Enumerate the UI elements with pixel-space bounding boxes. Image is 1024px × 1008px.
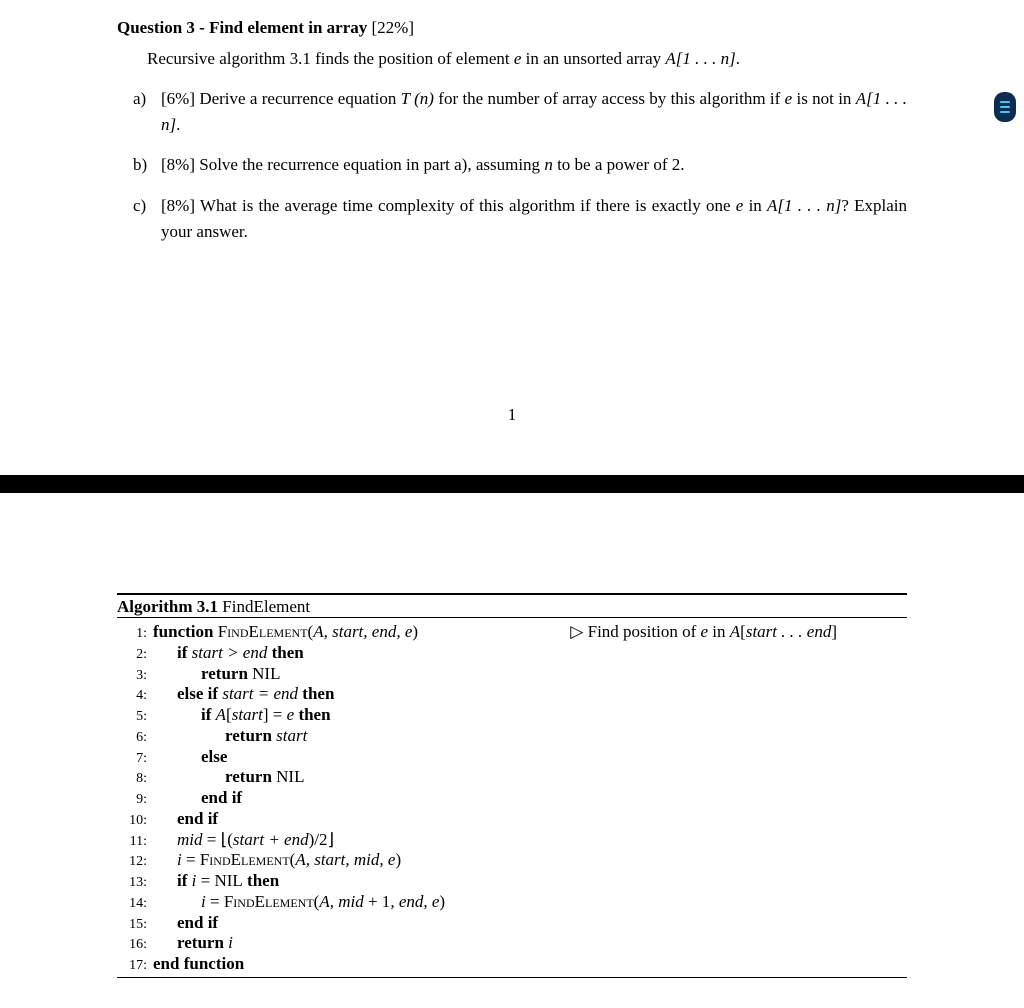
line-code: else if start = end then xyxy=(153,684,334,705)
line-comment: ▷ Find position of e in A[start . . . en… xyxy=(570,622,907,643)
algorithm-line: 4:else if start = end then xyxy=(117,684,907,705)
part-body: [6%] Derive a recurrence equation T (n) … xyxy=(161,86,907,139)
algorithm-lines: 1:function FindElement(A, start, end, e)… xyxy=(117,617,907,977)
page-gap xyxy=(0,493,1024,593)
algorithm-box: Algorithm 3.1 FindElement 1:function Fin… xyxy=(117,593,907,977)
part-letter: b) xyxy=(133,152,161,178)
line-number: 14: xyxy=(117,895,153,912)
algorithm-line: 10:end if xyxy=(117,809,907,830)
page-divider xyxy=(0,475,1024,493)
algorithm-line: 2:if start > end then xyxy=(117,643,907,664)
algorithm-line: 8:return NIL xyxy=(117,767,907,788)
menu-icon xyxy=(1000,106,1010,108)
part-c: c) [8%] What is the average time complex… xyxy=(133,193,907,246)
line-code: return NIL xyxy=(153,767,304,788)
line-code: if start > end then xyxy=(153,643,304,664)
algorithm-line: 14:i = FindElement(A, mid + 1, end, e) xyxy=(117,892,907,913)
algorithm-line: 16:return i xyxy=(117,933,907,954)
part-body: [8%] What is the average time complexity… xyxy=(161,193,907,246)
line-number: 1: xyxy=(117,625,153,642)
line-code: if i = NIL then xyxy=(153,871,279,892)
menu-icon xyxy=(1000,111,1010,113)
algorithm-line: 6:return start xyxy=(117,726,907,747)
algorithm-line: 13:if i = NIL then xyxy=(117,871,907,892)
line-number: 15: xyxy=(117,916,153,933)
algorithm-line: 5:if A[start] = e then xyxy=(117,705,907,726)
line-number: 17: xyxy=(117,957,153,974)
line-code: return start xyxy=(153,726,307,747)
line-number: 8: xyxy=(117,770,153,787)
algorithm-line: 11:mid = ⌊(start + end)/2⌋ xyxy=(117,830,907,851)
line-number: 4: xyxy=(117,687,153,704)
question-heading: Question 3 - Find element in array [22%] xyxy=(117,18,907,38)
line-code: return NIL xyxy=(153,664,280,685)
line-number: 13: xyxy=(117,874,153,891)
line-code: else xyxy=(153,747,227,768)
algorithm-line: 9:end if xyxy=(117,788,907,809)
algorithm-line: 3:return NIL xyxy=(117,664,907,685)
part-a: a) [6%] Derive a recurrence equation T (… xyxy=(133,86,907,139)
algorithm-line: 1:function FindElement(A, start, end, e)… xyxy=(117,622,907,643)
line-number: 12: xyxy=(117,853,153,870)
line-code: i = FindElement(A, mid + 1, end, e) xyxy=(153,892,445,913)
line-number: 5: xyxy=(117,708,153,725)
line-code: i = FindElement(A, start, mid, e) xyxy=(153,850,401,871)
question-parts: a) [6%] Derive a recurrence equation T (… xyxy=(133,86,907,246)
line-number: 3: xyxy=(117,667,153,684)
line-number: 6: xyxy=(117,729,153,746)
algorithm-line: 17:end function xyxy=(117,954,907,975)
page-number: 1 xyxy=(117,405,907,425)
line-code: mid = ⌊(start + end)/2⌋ xyxy=(153,830,334,851)
menu-icon xyxy=(1000,101,1010,103)
line-number: 11: xyxy=(117,833,153,850)
line-code: return i xyxy=(153,933,233,954)
side-menu-button[interactable] xyxy=(994,92,1016,122)
line-code: end function xyxy=(153,954,244,975)
algorithm-title: Algorithm 3.1 FindElement xyxy=(117,593,907,617)
algorithm-line: 7:else xyxy=(117,747,907,768)
line-number: 9: xyxy=(117,791,153,808)
line-code: end if xyxy=(153,913,218,934)
question-intro: Recursive algorithm 3.1 finds the positi… xyxy=(147,46,907,72)
page-1: Question 3 - Find element in array [22%]… xyxy=(117,0,907,475)
part-body: [8%] Solve the recurrence equation in pa… xyxy=(161,152,907,178)
line-number: 10: xyxy=(117,812,153,829)
part-letter: a) xyxy=(133,86,161,112)
line-code: if A[start] = e then xyxy=(153,705,331,726)
question-title: Question 3 - Find element in array xyxy=(117,18,367,37)
part-b: b) [8%] Solve the recurrence equation in… xyxy=(133,152,907,178)
line-code: function FindElement(A, start, end, e) xyxy=(153,622,418,643)
part-letter: c) xyxy=(133,193,161,219)
algorithm-line: 12:i = FindElement(A, start, mid, e) xyxy=(117,850,907,871)
line-code: end if xyxy=(153,788,242,809)
algorithm-line: 15:end if xyxy=(117,913,907,934)
line-code: end if xyxy=(153,809,218,830)
line-number: 7: xyxy=(117,750,153,767)
line-number: 2: xyxy=(117,646,153,663)
line-number: 16: xyxy=(117,936,153,953)
question-percent: [22%] xyxy=(367,18,414,37)
